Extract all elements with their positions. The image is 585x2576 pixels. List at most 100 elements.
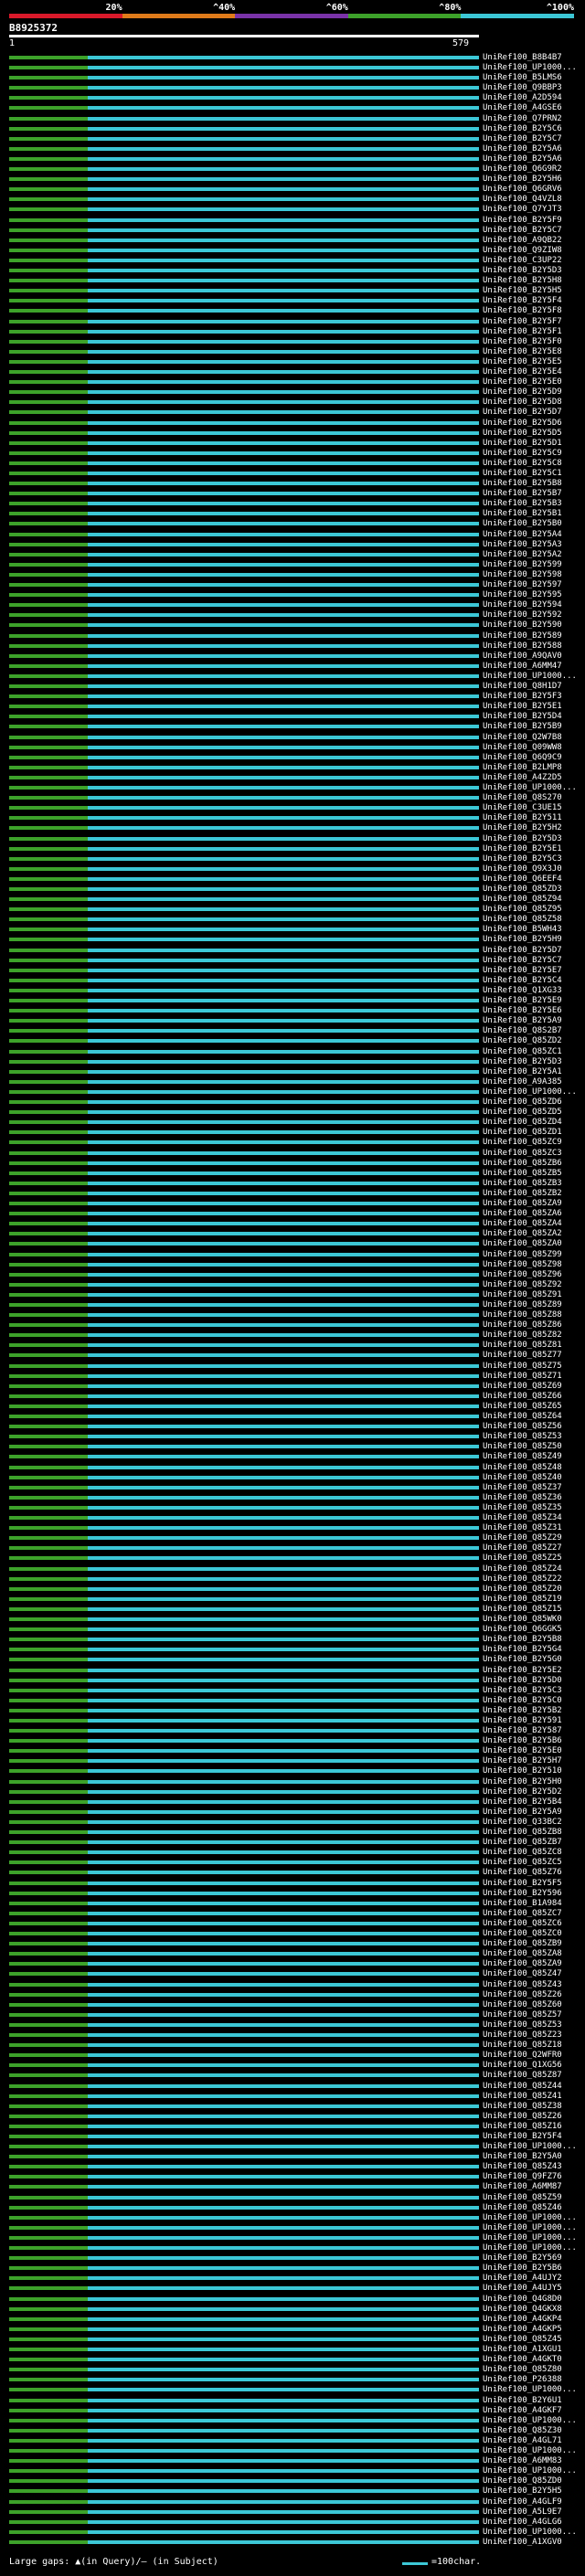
hit-row[interactable]: UniRef100_P26388: [9, 2375, 585, 2384]
hit-label[interactable]: UniRef100_B5LMS6: [483, 73, 562, 82]
hit-row[interactable]: UniRef100_UP1000...: [9, 783, 585, 792]
hit-label[interactable]: UniRef100_B2Y5E2: [483, 1666, 562, 1675]
hit-label[interactable]: UniRef100_B2Y5D3: [483, 834, 562, 843]
hit-label[interactable]: UniRef100_Q85Z69: [483, 1382, 562, 1391]
hit-row[interactable]: UniRef100_B2Y510: [9, 1766, 585, 1776]
hit-row[interactable]: UniRef100_A9QAV0: [9, 652, 585, 661]
hit-row[interactable]: UniRef100_B2Y5C3: [9, 854, 585, 864]
hit-row[interactable]: UniRef100_Q85Z53: [9, 1432, 585, 1441]
hit-row[interactable]: UniRef100_Q1XG33: [9, 986, 585, 995]
hit-row[interactable]: UniRef100_Q85Z81: [9, 1341, 585, 1350]
hit-row[interactable]: UniRef100_B2Y599: [9, 560, 585, 569]
hit-label[interactable]: UniRef100_Q85ZC5: [483, 1858, 562, 1867]
hit-label[interactable]: UniRef100_UP1000...: [483, 2213, 577, 2222]
hit-label[interactable]: UniRef100_Q85Z91: [483, 1290, 562, 1299]
hit-label[interactable]: UniRef100_B2Y5B8: [483, 1635, 562, 1644]
hit-row[interactable]: UniRef100_Q85ZB5: [9, 1169, 585, 1178]
hit-label[interactable]: UniRef100_B2Y5B1: [483, 509, 562, 518]
hit-row[interactable]: UniRef100_Q85Z37: [9, 1483, 585, 1492]
hit-label[interactable]: UniRef100_B2Y5A6: [483, 154, 562, 164]
hit-label[interactable]: UniRef100_B2Y5B9: [483, 722, 562, 731]
hit-row[interactable]: UniRef100_B2Y5F4: [9, 2132, 585, 2141]
hit-label[interactable]: UniRef100_B2Y5E5: [483, 357, 562, 366]
hit-label[interactable]: UniRef100_Q09WW8: [483, 743, 562, 752]
hit-label[interactable]: UniRef100_B2Y6U1: [483, 2396, 562, 2405]
hit-label[interactable]: UniRef100_Q85ZA4: [483, 1219, 562, 1228]
hit-label[interactable]: UniRef100_Q85Z43: [483, 1980, 562, 1989]
hit-row[interactable]: UniRef100_B2Y589: [9, 631, 585, 641]
hit-label[interactable]: UniRef100_B2Y5G0: [483, 1655, 562, 1664]
hit-label[interactable]: UniRef100_B2Y5A1: [483, 1067, 562, 1076]
hit-label[interactable]: UniRef100_B2Y595: [483, 590, 562, 599]
hit-row[interactable]: UniRef100_Q85Z45: [9, 2335, 585, 2344]
hit-row[interactable]: UniRef100_Q85Z77: [9, 1351, 585, 1360]
hit-label[interactable]: UniRef100_Q85ZB9: [483, 1939, 562, 1948]
hit-row[interactable]: UniRef100_Q85Z26: [9, 1990, 585, 1999]
hit-row[interactable]: UniRef100_B2Y597: [9, 580, 585, 589]
hit-row[interactable]: UniRef100_B2Y5A9: [9, 1807, 585, 1817]
hit-label[interactable]: UniRef100_B2Y5D3: [483, 1057, 562, 1066]
hit-label[interactable]: UniRef100_Q85Z18: [483, 2041, 562, 2050]
hit-row[interactable]: UniRef100_UP1000...: [9, 63, 585, 72]
hit-label[interactable]: UniRef100_B2Y5D2: [483, 1787, 562, 1797]
hit-label[interactable]: UniRef100_Q85Z38: [483, 2102, 562, 2111]
hit-row[interactable]: UniRef100_Q33BC2: [9, 1818, 585, 1827]
hit-row[interactable]: UniRef100_Q85Z94: [9, 895, 585, 904]
hit-label[interactable]: UniRef100_B2Y5C3: [483, 1686, 562, 1695]
hit-label[interactable]: UniRef100_Q85Z29: [483, 1533, 562, 1542]
hit-row[interactable]: UniRef100_Q85Z87: [9, 2071, 585, 2080]
hit-row[interactable]: UniRef100_A1XGV0: [9, 2538, 585, 2547]
hit-label[interactable]: UniRef100_UP1000...: [483, 1087, 577, 1097]
hit-label[interactable]: UniRef100_B2Y5D9: [483, 387, 562, 397]
hit-row[interactable]: UniRef100_B2Y5D8: [9, 398, 585, 407]
hit-label[interactable]: UniRef100_B2Y5E1: [483, 844, 562, 853]
hit-row[interactable]: UniRef100_Q85ZB8: [9, 1828, 585, 1837]
hit-label[interactable]: UniRef100_A4UJY5: [483, 2284, 562, 2293]
hit-row[interactable]: UniRef100_A6MM47: [9, 662, 585, 671]
hit-label[interactable]: UniRef100_B8B4B7: [483, 53, 562, 62]
hit-label[interactable]: UniRef100_B2Y5E0: [483, 377, 562, 387]
hit-row[interactable]: UniRef100_Q85Z96: [9, 1270, 585, 1279]
hit-label[interactable]: UniRef100_A1XGV0: [483, 2538, 562, 2547]
hit-label[interactable]: UniRef100_A4GKP5: [483, 2325, 562, 2334]
hit-row[interactable]: UniRef100_B2Y5G4: [9, 1645, 585, 1654]
hit-label[interactable]: UniRef100_A2D594: [483, 93, 562, 102]
hit-row[interactable]: UniRef100_B2Y5D7: [9, 946, 585, 955]
hit-label[interactable]: UniRef100_Q85ZB2: [483, 1189, 562, 1198]
hit-row[interactable]: UniRef100_Q09WW8: [9, 743, 585, 752]
hit-label[interactable]: UniRef100_Q85Z49: [483, 1452, 562, 1461]
hit-label[interactable]: UniRef100_B2Y5H6: [483, 175, 562, 184]
hit-label[interactable]: UniRef100_B2Y5E0: [483, 1746, 562, 1755]
hit-row[interactable]: UniRef100_Q85WK0: [9, 1615, 585, 1624]
hit-row[interactable]: UniRef100_Q85ZA2: [9, 1229, 585, 1238]
hit-row[interactable]: UniRef100_A6MM87: [9, 2182, 585, 2191]
hit-label[interactable]: UniRef100_B2Y5C0: [483, 1696, 562, 1705]
hit-row[interactable]: UniRef100_Q85Z69: [9, 1382, 585, 1391]
hit-row[interactable]: UniRef100_Q85ZA9: [9, 1199, 585, 1208]
hit-label[interactable]: UniRef100_A4UJY2: [483, 2274, 562, 2283]
hit-label[interactable]: UniRef100_Q85ZB7: [483, 1838, 562, 1847]
hit-label[interactable]: UniRef100_B2Y598: [483, 570, 562, 579]
hit-label[interactable]: UniRef100_Q85Z46: [483, 2203, 562, 2212]
hit-row[interactable]: UniRef100_Q7YJT3: [9, 205, 585, 214]
hit-row[interactable]: UniRef100_Q85Z64: [9, 1412, 585, 1421]
hit-row[interactable]: UniRef100_B2Y5B3: [9, 499, 585, 508]
hit-label[interactable]: UniRef100_Q85Z95: [483, 905, 562, 914]
hit-label[interactable]: UniRef100_Q85ZD4: [483, 1118, 562, 1127]
hit-label[interactable]: UniRef100_Q85Z96: [483, 1270, 562, 1279]
hit-row[interactable]: UniRef100_B2Y5E2: [9, 1666, 585, 1675]
hit-label[interactable]: UniRef100_B2Y5D6: [483, 419, 562, 428]
hit-label[interactable]: UniRef100_B2Y5C7: [483, 956, 562, 965]
hit-row[interactable]: UniRef100_UP1000...: [9, 672, 585, 681]
hit-row[interactable]: UniRef100_Q85Z60: [9, 2000, 585, 2009]
hit-row[interactable]: UniRef100_B2Y5D4: [9, 712, 585, 721]
hit-row[interactable]: UniRef100_A4GKP4: [9, 2315, 585, 2324]
hit-row[interactable]: UniRef100_Q85Z35: [9, 1503, 585, 1512]
hit-label[interactable]: UniRef100_Q85ZC6: [483, 1919, 562, 1928]
hit-row[interactable]: UniRef100_Q85ZB9: [9, 1939, 585, 1948]
hit-label[interactable]: UniRef100_Q85ZB8: [483, 1828, 562, 1837]
hit-row[interactable]: UniRef100_Q85ZB6: [9, 1159, 585, 1168]
hit-label[interactable]: UniRef100_Q6Q9C9: [483, 753, 562, 762]
hit-row[interactable]: UniRef100_Q85ZA0: [9, 1239, 585, 1248]
hit-label[interactable]: UniRef100_Q85Z15: [483, 1605, 562, 1614]
